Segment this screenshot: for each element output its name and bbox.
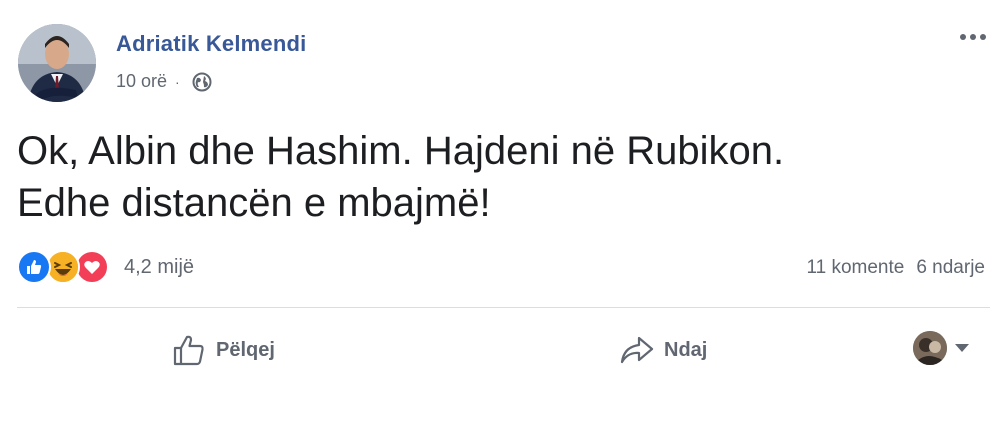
post-meta: 10 orë · [116, 71, 212, 92]
thumbs-up-icon [172, 333, 206, 367]
shares-count[interactable]: 6 ndarje [916, 257, 985, 279]
author-name[interactable]: Adriatik Kelmendi [116, 31, 306, 57]
engagement-counts: 11 komente 6 ndarje [806, 257, 985, 279]
share-arrow-icon [620, 335, 654, 365]
viewer-avatar [913, 331, 947, 365]
love-icon [75, 250, 109, 284]
comments-count[interactable]: 11 komente [806, 257, 904, 279]
facebook-post: Adriatik Kelmendi 10 orë · Ok, Albin dhe… [0, 0, 1007, 427]
share-button-label: Ndaj [664, 338, 708, 361]
like-button[interactable]: Pëlqej [172, 330, 275, 370]
post-text-line-1: Ok, Albin dhe Hashim. Hajdeni në Rubikon… [17, 129, 785, 173]
divider [17, 307, 990, 308]
like-button-label: Pëlqej [216, 338, 275, 361]
post-text: Ok, Albin dhe Hashim. Hajdeni në Rubikon… [17, 125, 977, 229]
reaction-summary[interactable]: 4,2 mijë [17, 250, 194, 284]
post-timestamp[interactable]: 10 orë [116, 71, 167, 92]
author-avatar[interactable] [18, 24, 96, 102]
like-icon [17, 250, 51, 284]
share-button[interactable]: Ndaj [620, 330, 707, 370]
haha-icon [46, 250, 80, 284]
globe-icon[interactable] [192, 72, 212, 92]
post-text-line-2: Edhe distancën e mbajmë! [17, 181, 491, 225]
page-voice-selector[interactable] [913, 331, 969, 365]
more-options-icon[interactable] [953, 26, 993, 48]
chevron-down-icon [955, 344, 969, 352]
reaction-count[interactable]: 4,2 mijë [124, 256, 194, 279]
meta-separator: · [175, 73, 180, 90]
